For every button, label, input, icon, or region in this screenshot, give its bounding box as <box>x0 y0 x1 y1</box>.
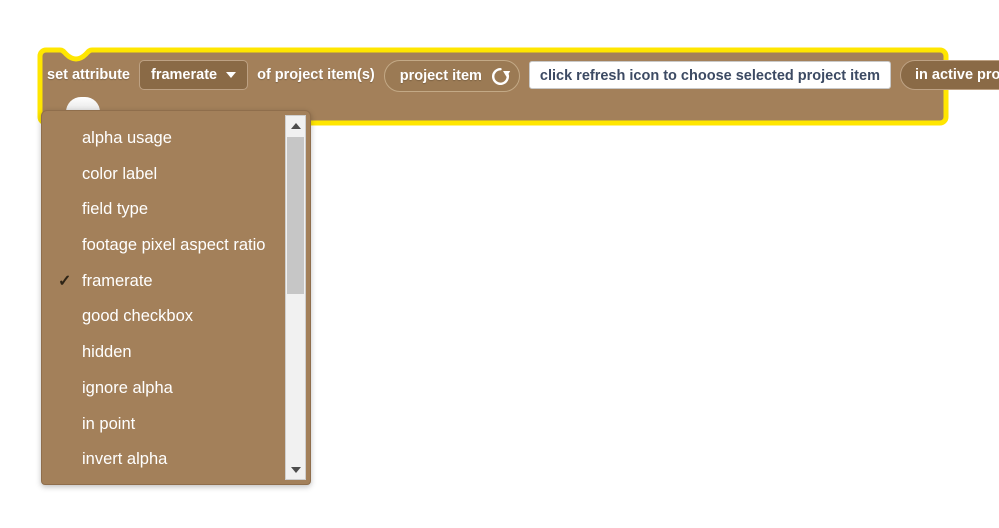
menu-item-label: ignore alpha <box>82 378 173 397</box>
project-item-reporter[interactable]: project item <box>383 60 520 92</box>
scrollbar-thumb[interactable] <box>287 137 304 294</box>
attribute-dropdown[interactable]: framerate <box>139 60 249 90</box>
menu-item-label: field type <box>82 200 149 219</box>
menu-item[interactable]: color label <box>42 157 284 193</box>
scroll-up-button[interactable] <box>286 116 305 135</box>
menu-item-label: footage pixel aspect ratio <box>82 236 266 255</box>
menu-item-label: hidden <box>82 343 132 362</box>
checkmark-icon: ✓ <box>58 272 72 290</box>
menu-item-label: framerate <box>82 271 153 290</box>
menu-item-label: color label <box>82 164 158 183</box>
menu-item[interactable]: alpha usage <box>42 121 284 157</box>
menu-item[interactable]: field type <box>42 192 284 228</box>
menu-scrollbar[interactable] <box>285 115 306 480</box>
dropdown-callout-pointer <box>130 97 166 111</box>
menu-item[interactable]: good checkbox <box>42 299 284 335</box>
attribute-dropdown-list: alpha usage color label field type foota… <box>42 111 284 484</box>
attribute-dropdown-menu[interactable]: alpha usage color label field type foota… <box>41 110 311 485</box>
triangle-down-icon <box>290 466 301 473</box>
menu-item[interactable]: ignore alpha <box>42 371 284 407</box>
chevron-down-icon <box>226 72 237 78</box>
triangle-up-icon <box>290 122 301 129</box>
project-scope-dropdown-value: in active project <box>914 67 999 83</box>
refresh-icon[interactable] <box>490 66 511 87</box>
attribute-dropdown-value: framerate <box>151 67 218 83</box>
canvas: set attribute framerate of project item(… <box>0 0 999 528</box>
menu-item[interactable]: invert alpha <box>42 442 284 478</box>
menu-item-label: in point <box>82 414 136 433</box>
project-scope-dropdown[interactable]: in active project <box>899 60 999 90</box>
menu-item[interactable]: in point <box>42 407 284 443</box>
menu-item-label: alpha usage <box>82 129 172 147</box>
menu-item-label: invert alpha <box>82 450 168 469</box>
project-item-input[interactable]: click refresh icon to choose selected pr… <box>528 61 891 89</box>
block-label-middle: of project item(s) <box>257 67 375 83</box>
project-item-reporter-label: project item <box>399 68 482 84</box>
scroll-down-button[interactable] <box>286 460 305 479</box>
menu-item-label: good checkbox <box>82 307 193 326</box>
menu-item-selected[interactable]: ✓ framerate <box>42 264 284 300</box>
menu-item[interactable]: footage pixel aspect ratio <box>42 228 284 264</box>
menu-item[interactable]: hidden <box>42 335 284 371</box>
block-label-prefix: set attribute <box>47 67 130 83</box>
